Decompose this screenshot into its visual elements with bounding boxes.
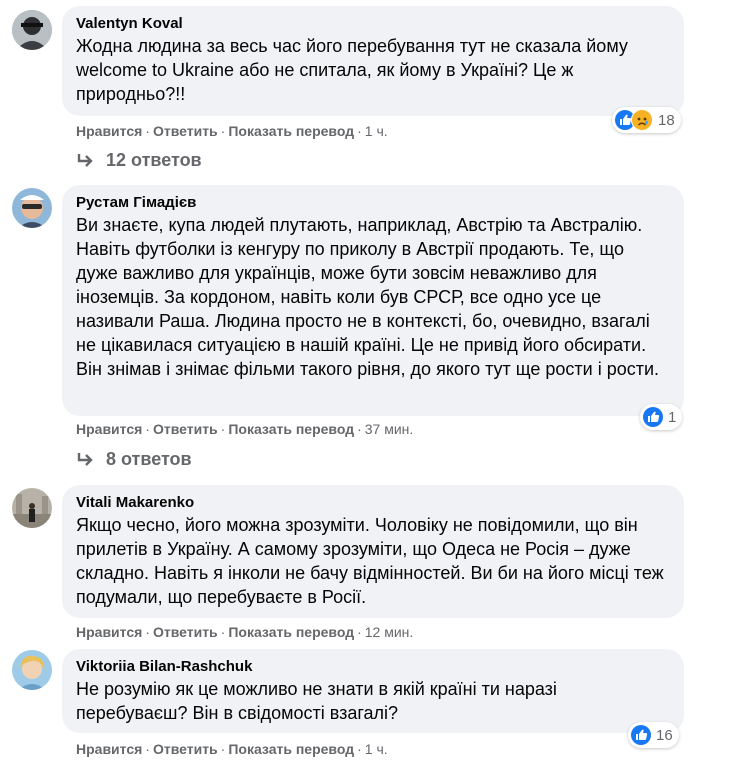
comment-actions: Нравится · Ответить · Показать перевод · 1 ч. bbox=[76, 741, 388, 757]
reply-button[interactable]: Ответить bbox=[153, 624, 218, 640]
avatar[interactable] bbox=[12, 488, 52, 528]
avatar[interactable] bbox=[12, 650, 52, 690]
reactions-summary[interactable]: 18 bbox=[612, 107, 681, 133]
comment-text: Жодна людина за весь час його перебуванн… bbox=[76, 36, 628, 104]
avatar[interactable] bbox=[12, 10, 52, 50]
reaction-count: 18 bbox=[658, 111, 675, 129]
comment-author[interactable]: Vitali Makarenko bbox=[76, 493, 670, 513]
like-icon bbox=[631, 725, 651, 745]
reply-button[interactable]: Ответить bbox=[153, 741, 218, 757]
comment-bubble: Viktoriia Bilan-Rashchuk Не розумію як ц… bbox=[62, 649, 684, 733]
like-button[interactable]: Нравится bbox=[76, 741, 142, 757]
replies-count[interactable]: 12 ответов bbox=[106, 150, 202, 171]
sad-icon bbox=[631, 109, 653, 131]
comment-bubble: Рустам Гімадієв Ви знаєте, купа людей пл… bbox=[62, 185, 684, 416]
comment-bubble: Valentyn Koval Жодна людина за весь час … bbox=[62, 6, 684, 116]
like-button[interactable]: Нравится bbox=[76, 421, 142, 437]
comment-actions: Нравится · Ответить · Показать перевод · 1 ч. bbox=[76, 123, 388, 139]
reaction-count: 1 bbox=[668, 408, 677, 426]
reply-arrow-icon bbox=[77, 153, 93, 167]
translate-button[interactable]: Показать перевод bbox=[228, 123, 354, 139]
comment-text: Не розумію як це можливо не знати в якій… bbox=[76, 679, 557, 723]
like-icon bbox=[643, 407, 663, 427]
reaction-count: 16 bbox=[656, 726, 673, 744]
reply-arrow-icon bbox=[77, 452, 93, 466]
comment-text: Ви знаєте, купа людей плутають, наприкла… bbox=[76, 215, 660, 379]
replies-count[interactable]: 8 ответов bbox=[106, 449, 192, 470]
comment-bubble: Vitali Makarenko Якщо чесно, його можна … bbox=[62, 485, 684, 618]
comment-actions: Нравится · Ответить · Показать перевод · 12 ми… bbox=[76, 624, 414, 640]
avatar-photo bbox=[12, 10, 52, 50]
translate-button[interactable]: Показать перевод bbox=[228, 741, 354, 757]
reply-button[interactable]: Ответить bbox=[153, 421, 218, 437]
reactions-summary[interactable]: 16 bbox=[628, 722, 679, 748]
comment-text: Якщо чесно, його можна зрозуміти. Чолові… bbox=[76, 515, 664, 607]
comment-author[interactable]: Viktoriia Bilan-Rashchuk bbox=[76, 657, 670, 677]
avatar-photo bbox=[12, 488, 52, 528]
comment-timestamp[interactable]: 37 мин. bbox=[365, 421, 414, 437]
comment-timestamp[interactable]: 1 ч. bbox=[365, 123, 388, 139]
avatar-photo bbox=[12, 650, 52, 690]
comment-timestamp[interactable]: 12 мин. bbox=[365, 624, 414, 640]
like-button[interactable]: Нравится bbox=[76, 624, 142, 640]
view-replies-link[interactable]: 12 ответов bbox=[76, 150, 202, 171]
avatar[interactable] bbox=[12, 188, 52, 228]
comment-author[interactable]: Valentyn Koval bbox=[76, 14, 670, 34]
comment-timestamp[interactable]: 1 ч. bbox=[365, 741, 388, 757]
like-button[interactable]: Нравится bbox=[76, 123, 142, 139]
translate-button[interactable]: Показать перевод bbox=[228, 421, 354, 437]
translate-button[interactable]: Показать перевод bbox=[228, 624, 354, 640]
avatar-photo bbox=[12, 188, 52, 228]
view-replies-link[interactable]: 8 ответов bbox=[76, 449, 192, 470]
comment-author[interactable]: Рустам Гімадієв bbox=[76, 193, 670, 213]
comment-actions: Нравится · Ответить · Показать перевод · 37 ми… bbox=[76, 421, 414, 437]
reactions-summary[interactable]: 1 bbox=[640, 404, 683, 430]
reply-button[interactable]: Ответить bbox=[153, 123, 218, 139]
